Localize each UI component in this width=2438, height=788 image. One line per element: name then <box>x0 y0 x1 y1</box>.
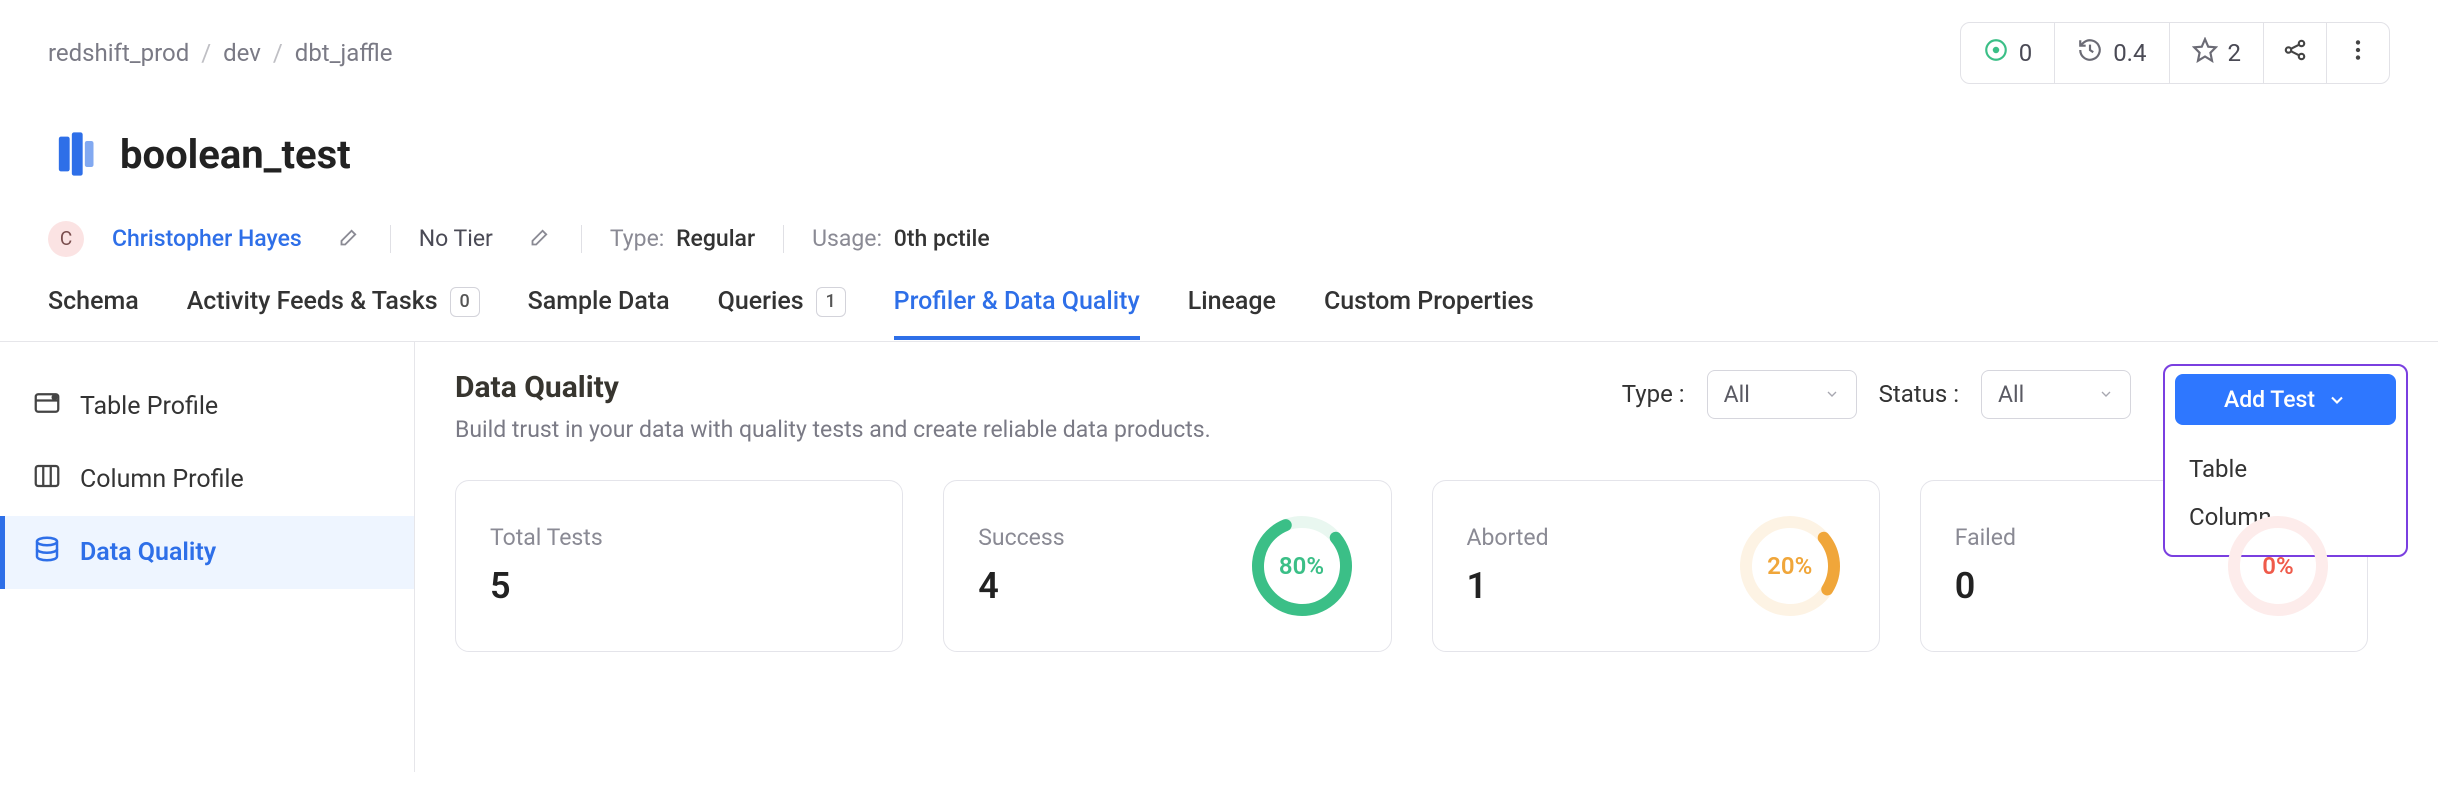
donut-percent: 20% <box>1735 511 1845 621</box>
card-label: Aborted <box>1467 524 1549 551</box>
edit-tier-button[interactable] <box>523 224 553 254</box>
donut-aborted: 20% <box>1735 511 1845 621</box>
sidebar-item-label: Column Profile <box>80 465 244 494</box>
count-badge: 0 <box>450 287 480 317</box>
tab-label: Custom Properties <box>1324 287 1534 316</box>
card-total-tests: Total Tests 5 <box>455 480 903 652</box>
card-success: Success 4 80% <box>943 480 1391 652</box>
breadcrumb-sep: / <box>273 39 283 67</box>
breadcrumb-item[interactable]: dev <box>223 39 261 67</box>
divider <box>390 225 391 253</box>
stat-history[interactable]: 0.4 <box>2055 23 2169 83</box>
more-vertical-icon <box>2345 37 2371 69</box>
stat-stars[interactable]: 2 <box>2170 23 2265 83</box>
divider <box>581 225 582 253</box>
tab-schema[interactable]: Schema <box>48 287 139 340</box>
dropdown-item-table[interactable]: Table <box>2175 445 2396 493</box>
sidebar-item-data-quality[interactable]: Data Quality <box>0 516 414 589</box>
add-test-button[interactable]: Add Test <box>2175 374 2396 425</box>
usage-label: Usage: <box>812 225 882 252</box>
donut-success: 80% <box>1247 511 1357 621</box>
tab-custom-properties[interactable]: Custom Properties <box>1324 287 1534 340</box>
history-icon <box>2077 37 2103 69</box>
tier: No Tier <box>419 225 493 252</box>
card-aborted: Aborted 1 20% <box>1432 480 1880 652</box>
tab-label: Activity Feeds & Tasks <box>187 287 438 316</box>
page-title: boolean_test <box>120 131 351 178</box>
chevron-down-icon <box>1824 381 1840 408</box>
more-button[interactable] <box>2327 23 2389 83</box>
status-filter-label: Status : <box>1879 380 1959 408</box>
data-quality-icon <box>32 534 62 571</box>
card-label: Failed <box>1955 524 2016 551</box>
donut-percent: 0% <box>2223 511 2333 621</box>
owner-name[interactable]: Christopher Hayes <box>112 225 302 252</box>
usage-meta: Usage: 0th pctile <box>812 225 990 252</box>
donut-percent: 80% <box>1247 511 1357 621</box>
section-title: Data Quality <box>455 370 1211 405</box>
select-value: All <box>1998 381 2024 408</box>
sidebar-item-column-profile[interactable]: Column Profile <box>0 443 414 516</box>
tab-label: Sample Data <box>528 287 670 316</box>
target-icon <box>1983 37 2009 69</box>
tab-label: Schema <box>48 287 139 316</box>
database-icon <box>48 128 100 180</box>
breadcrumb: redshift_prod / dev / dbt_jaffle <box>48 39 392 67</box>
breadcrumb-sep: / <box>201 39 211 67</box>
star-icon <box>2192 37 2218 69</box>
tab-sample-data[interactable]: Sample Data <box>528 287 670 340</box>
tab-activity[interactable]: Activity Feeds & Tasks 0 <box>187 287 480 341</box>
sidebar: Table Profile Column Profile Data Qualit… <box>0 342 415 772</box>
tab-label: Queries <box>718 287 804 316</box>
section-description: Build trust in your data with quality te… <box>455 413 1211 446</box>
card-value: 1 <box>1467 565 1549 607</box>
sidebar-item-label: Table Profile <box>80 392 218 421</box>
card-label: Success <box>978 524 1064 551</box>
stat-value: 0.4 <box>2113 39 2146 67</box>
select-value: All <box>1724 381 1750 408</box>
sidebar-item-label: Data Quality <box>80 538 216 567</box>
count-badge: 1 <box>816 287 846 317</box>
type-label: Type: <box>610 225 664 252</box>
donut-failed: 0% <box>2223 511 2333 621</box>
card-value: 5 <box>490 565 603 607</box>
stat-value: 0 <box>2019 39 2033 67</box>
type-value: Regular <box>676 225 755 252</box>
tab-label: Profiler & Data Quality <box>894 287 1140 316</box>
stat-target[interactable]: 0 <box>1961 23 2056 83</box>
sidebar-item-table-profile[interactable]: Table Profile <box>0 370 414 443</box>
tab-queries[interactable]: Queries 1 <box>718 287 846 341</box>
table-profile-icon <box>32 388 62 425</box>
status-filter-select[interactable]: All <box>1981 370 2131 419</box>
chevron-down-icon <box>2098 381 2114 408</box>
share-button[interactable] <box>2264 23 2327 83</box>
avatar: C <box>48 221 84 257</box>
card-value: 4 <box>978 565 1064 607</box>
tab-label: Lineage <box>1188 287 1276 316</box>
column-profile-icon <box>32 461 62 498</box>
edit-owner-button[interactable] <box>332 224 362 254</box>
type-filter-select[interactable]: All <box>1707 370 1857 419</box>
usage-value: 0th pctile <box>894 225 990 252</box>
breadcrumb-item[interactable]: redshift_prod <box>48 39 189 67</box>
tab-lineage[interactable]: Lineage <box>1188 287 1276 340</box>
tab-profiler[interactable]: Profiler & Data Quality <box>894 287 1140 340</box>
type-filter-label: Type : <box>1622 380 1685 408</box>
button-label: Add Test <box>2224 386 2315 413</box>
share-icon <box>2282 37 2308 69</box>
stat-value: 2 <box>2228 39 2242 67</box>
tabs: Schema Activity Feeds & Tasks 0 Sample D… <box>0 275 2438 342</box>
chevron-down-icon <box>2327 389 2347 409</box>
divider <box>783 225 784 253</box>
type-meta: Type: Regular <box>610 225 755 252</box>
breadcrumb-item[interactable]: dbt_jaffle <box>295 39 393 67</box>
card-value: 0 <box>1955 565 2016 607</box>
header-stats: 0 0.4 2 <box>1960 22 2390 84</box>
card-label: Total Tests <box>490 524 603 551</box>
